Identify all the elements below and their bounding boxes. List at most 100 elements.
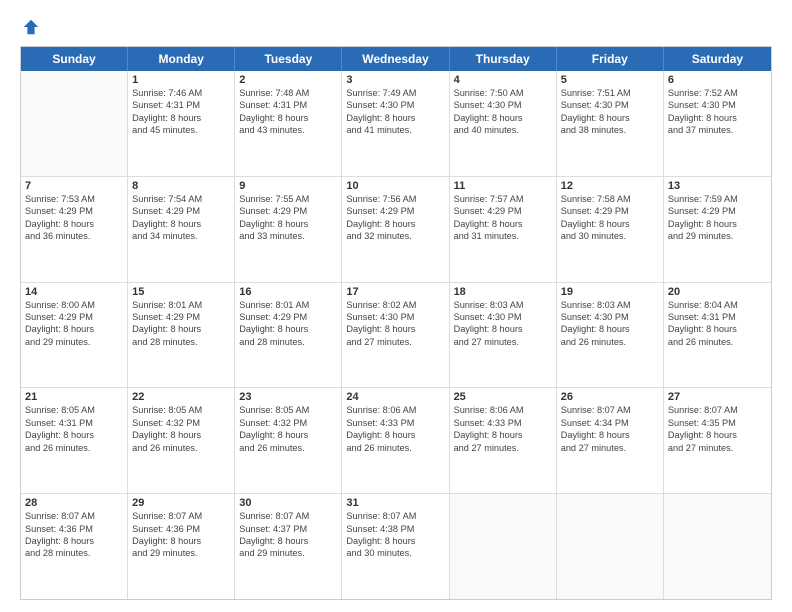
cell-line: and 36 minutes.	[25, 230, 123, 242]
cell-line: Daylight: 8 hours	[454, 323, 552, 335]
calendar-cell: 13Sunrise: 7:59 AMSunset: 4:29 PMDayligh…	[664, 177, 771, 282]
calendar-row-1: 7Sunrise: 7:53 AMSunset: 4:29 PMDaylight…	[21, 177, 771, 283]
day-number: 17	[346, 286, 444, 298]
cell-line: Sunset: 4:33 PM	[454, 417, 552, 429]
calendar-row-0: 1Sunrise: 7:46 AMSunset: 4:31 PMDaylight…	[21, 71, 771, 177]
cell-line: Sunset: 4:37 PM	[239, 523, 337, 535]
page: SundayMondayTuesdayWednesdayThursdayFrid…	[0, 0, 792, 612]
day-number: 24	[346, 391, 444, 403]
cell-line: Sunset: 4:36 PM	[25, 523, 123, 535]
calendar-cell: 20Sunrise: 8:04 AMSunset: 4:31 PMDayligh…	[664, 283, 771, 388]
cell-line: Sunrise: 8:07 AM	[132, 510, 230, 522]
cell-line: Daylight: 8 hours	[25, 429, 123, 441]
calendar-cell	[557, 494, 664, 599]
cell-line: and 26 minutes.	[561, 336, 659, 348]
header-day-wednesday: Wednesday	[342, 47, 449, 71]
calendar-cell: 7Sunrise: 7:53 AMSunset: 4:29 PMDaylight…	[21, 177, 128, 282]
cell-line: Daylight: 8 hours	[346, 535, 444, 547]
cell-line: Daylight: 8 hours	[239, 535, 337, 547]
cell-line: Sunrise: 8:05 AM	[25, 404, 123, 416]
calendar-cell	[21, 71, 128, 176]
day-number: 27	[668, 391, 767, 403]
calendar-cell: 21Sunrise: 8:05 AMSunset: 4:31 PMDayligh…	[21, 388, 128, 493]
cell-line: Daylight: 8 hours	[346, 218, 444, 230]
cell-line: Sunset: 4:35 PM	[668, 417, 767, 429]
calendar-row-2: 14Sunrise: 8:00 AMSunset: 4:29 PMDayligh…	[21, 283, 771, 389]
day-number: 9	[239, 180, 337, 192]
header-day-friday: Friday	[557, 47, 664, 71]
cell-line: and 41 minutes.	[346, 124, 444, 136]
calendar-body: 1Sunrise: 7:46 AMSunset: 4:31 PMDaylight…	[21, 71, 771, 599]
header	[20, 18, 772, 36]
cell-line: Sunset: 4:29 PM	[25, 311, 123, 323]
cell-line: Sunset: 4:29 PM	[561, 205, 659, 217]
calendar-cell: 3Sunrise: 7:49 AMSunset: 4:30 PMDaylight…	[342, 71, 449, 176]
cell-line: and 30 minutes.	[561, 230, 659, 242]
cell-line: and 43 minutes.	[239, 124, 337, 136]
cell-line: Sunrise: 7:54 AM	[132, 193, 230, 205]
day-number: 23	[239, 391, 337, 403]
cell-line: Sunset: 4:30 PM	[668, 99, 767, 111]
cell-line: Sunset: 4:32 PM	[239, 417, 337, 429]
cell-line: and 26 minutes.	[25, 442, 123, 454]
cell-line: and 34 minutes.	[132, 230, 230, 242]
calendar-cell: 23Sunrise: 8:05 AMSunset: 4:32 PMDayligh…	[235, 388, 342, 493]
cell-line: Daylight: 8 hours	[346, 429, 444, 441]
cell-line: and 37 minutes.	[668, 124, 767, 136]
day-number: 31	[346, 497, 444, 509]
day-number: 1	[132, 74, 230, 86]
cell-line: Sunset: 4:38 PM	[346, 523, 444, 535]
cell-line: Sunset: 4:30 PM	[346, 311, 444, 323]
cell-line: Sunset: 4:29 PM	[239, 311, 337, 323]
day-number: 3	[346, 74, 444, 86]
cell-line: Sunrise: 8:02 AM	[346, 299, 444, 311]
cell-line: Sunset: 4:30 PM	[454, 311, 552, 323]
cell-line: Sunset: 4:29 PM	[239, 205, 337, 217]
calendar-cell: 31Sunrise: 8:07 AMSunset: 4:38 PMDayligh…	[342, 494, 449, 599]
day-number: 28	[25, 497, 123, 509]
cell-line: Daylight: 8 hours	[132, 112, 230, 124]
cell-line: and 28 minutes.	[132, 336, 230, 348]
cell-line: Sunrise: 7:48 AM	[239, 87, 337, 99]
calendar-cell: 18Sunrise: 8:03 AMSunset: 4:30 PMDayligh…	[450, 283, 557, 388]
cell-line: Sunset: 4:30 PM	[454, 99, 552, 111]
cell-line: Sunrise: 8:06 AM	[454, 404, 552, 416]
day-number: 18	[454, 286, 552, 298]
day-number: 6	[668, 74, 767, 86]
day-number: 4	[454, 74, 552, 86]
calendar-cell: 26Sunrise: 8:07 AMSunset: 4:34 PMDayligh…	[557, 388, 664, 493]
cell-line: and 27 minutes.	[561, 442, 659, 454]
cell-line: Sunrise: 8:03 AM	[561, 299, 659, 311]
cell-line: Sunrise: 8:07 AM	[346, 510, 444, 522]
cell-line: and 30 minutes.	[346, 547, 444, 559]
cell-line: Daylight: 8 hours	[132, 429, 230, 441]
calendar-row-3: 21Sunrise: 8:05 AMSunset: 4:31 PMDayligh…	[21, 388, 771, 494]
calendar-cell: 4Sunrise: 7:50 AMSunset: 4:30 PMDaylight…	[450, 71, 557, 176]
cell-line: Sunrise: 7:50 AM	[454, 87, 552, 99]
cell-line: Daylight: 8 hours	[239, 218, 337, 230]
calendar-cell: 17Sunrise: 8:02 AMSunset: 4:30 PMDayligh…	[342, 283, 449, 388]
day-number: 5	[561, 74, 659, 86]
calendar-cell: 6Sunrise: 7:52 AMSunset: 4:30 PMDaylight…	[664, 71, 771, 176]
calendar-cell: 8Sunrise: 7:54 AMSunset: 4:29 PMDaylight…	[128, 177, 235, 282]
cell-line: Sunset: 4:36 PM	[132, 523, 230, 535]
cell-line: and 40 minutes.	[454, 124, 552, 136]
cell-line: Sunrise: 8:04 AM	[668, 299, 767, 311]
cell-line: and 26 minutes.	[346, 442, 444, 454]
cell-line: and 29 minutes.	[668, 230, 767, 242]
cell-line: Daylight: 8 hours	[561, 323, 659, 335]
cell-line: Daylight: 8 hours	[454, 112, 552, 124]
cell-line: Sunrise: 8:01 AM	[132, 299, 230, 311]
cell-line: Daylight: 8 hours	[25, 218, 123, 230]
cell-line: Daylight: 8 hours	[346, 323, 444, 335]
day-number: 16	[239, 286, 337, 298]
cell-line: Sunset: 4:30 PM	[561, 311, 659, 323]
cell-line: Daylight: 8 hours	[668, 429, 767, 441]
cell-line: Sunrise: 8:05 AM	[132, 404, 230, 416]
cell-line: Sunrise: 7:51 AM	[561, 87, 659, 99]
cell-line: Daylight: 8 hours	[239, 429, 337, 441]
cell-line: Daylight: 8 hours	[25, 535, 123, 547]
day-number: 2	[239, 74, 337, 86]
cell-line: Sunrise: 8:07 AM	[25, 510, 123, 522]
calendar-cell: 2Sunrise: 7:48 AMSunset: 4:31 PMDaylight…	[235, 71, 342, 176]
